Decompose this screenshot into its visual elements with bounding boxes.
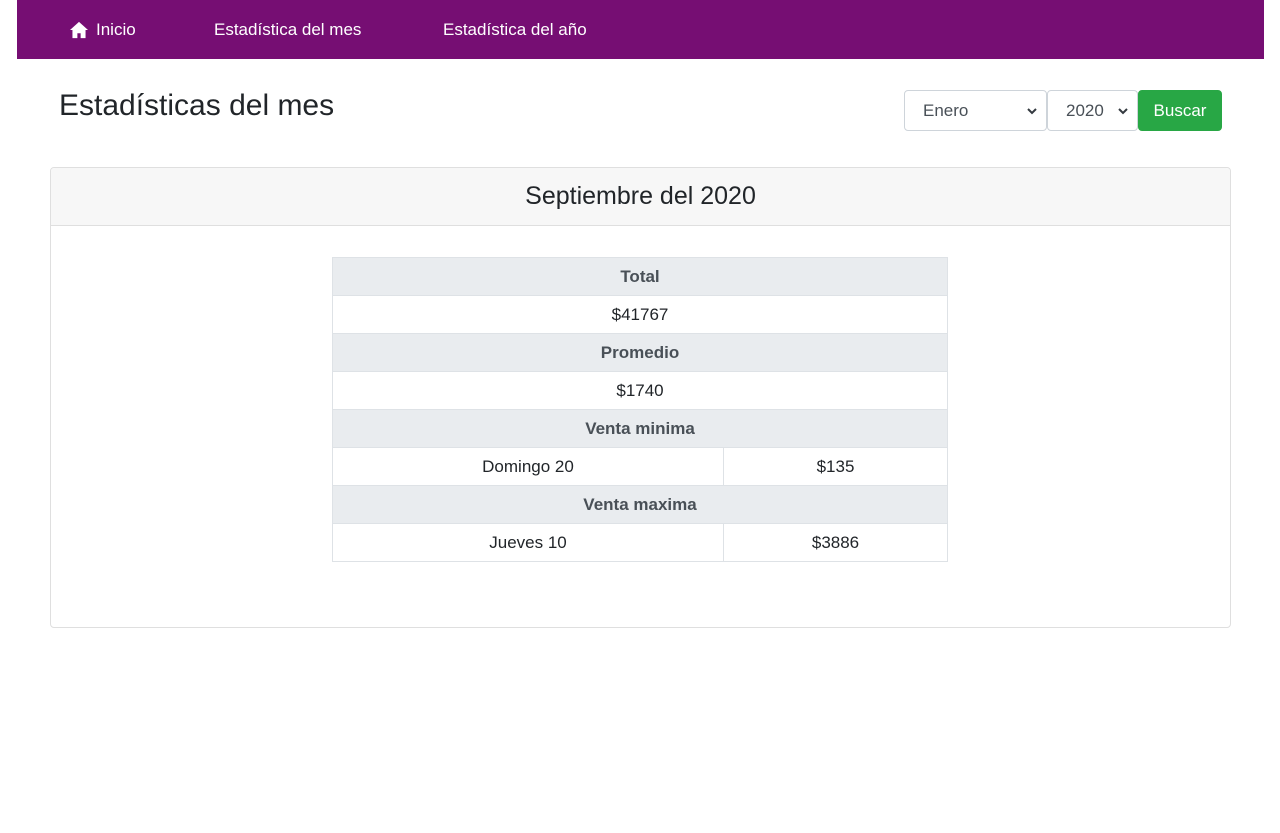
year-select[interactable]: 2020 [1047, 90, 1138, 131]
year-select-value: 2020 [1066, 100, 1104, 120]
nav-home-link[interactable]: Inicio [69, 0, 136, 59]
table-row: Venta minima [332, 409, 948, 448]
chevron-down-icon [1027, 108, 1037, 115]
min-sale-day: Domingo 20 [332, 447, 724, 486]
total-value: $41767 [332, 295, 948, 334]
top-navbar: Inicio Estadística del mes Estadística d… [17, 0, 1264, 59]
nav-year-stats-label: Estadística del año [443, 19, 587, 39]
nav-month-stats-link[interactable]: Estadística del mes [214, 0, 361, 59]
table-row: Jueves 10 $3886 [332, 523, 948, 562]
average-header: Promedio [332, 333, 948, 372]
nav-year-stats-link[interactable]: Estadística del año [443, 0, 587, 59]
average-value: $1740 [332, 371, 948, 410]
table-row: Venta maxima [332, 485, 948, 524]
table-row: $1740 [332, 371, 948, 410]
max-sale-header: Venta maxima [332, 485, 948, 524]
table-row: Promedio [332, 333, 948, 372]
filter-bar: Enero 2020 Buscar [904, 90, 1222, 131]
search-button[interactable]: Buscar [1138, 90, 1222, 131]
table-row: Domingo 20 $135 [332, 447, 948, 486]
card-title: Septiembre del 2020 [51, 168, 1230, 226]
page-title: Estadísticas del mes [59, 89, 335, 122]
max-sale-day: Jueves 10 [332, 523, 724, 562]
chevron-down-icon [1118, 108, 1128, 115]
min-sale-value: $135 [723, 447, 948, 486]
stats-card: Septiembre del 2020 Total $41767 Promedi… [50, 167, 1231, 628]
nav-month-stats-label: Estadística del mes [214, 19, 362, 39]
stats-table: Total $41767 Promedio $1740 Venta minima… [332, 257, 948, 562]
table-row: Total [332, 257, 948, 296]
month-select-value: Enero [923, 100, 969, 120]
nav-home-label: Inicio [96, 19, 136, 39]
month-select[interactable]: Enero [904, 90, 1047, 131]
min-sale-header: Venta minima [332, 409, 948, 448]
total-header: Total [332, 257, 948, 296]
max-sale-value: $3886 [723, 523, 948, 562]
home-icon [70, 21, 88, 38]
table-row: $41767 [332, 295, 948, 334]
